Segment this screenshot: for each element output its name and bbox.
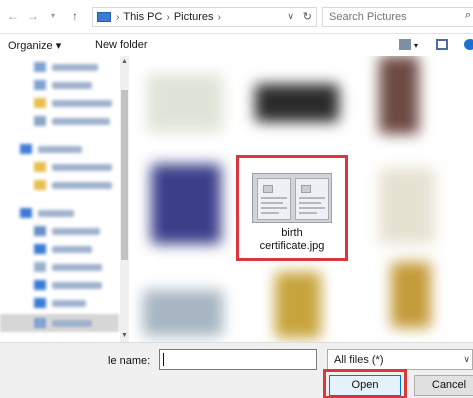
- image-thumbnail[interactable]: [147, 74, 223, 132]
- sidebar-item-label: [52, 245, 92, 253]
- folder-icon: [34, 162, 46, 172]
- sidebar-item-label: [52, 263, 102, 271]
- documents-icon: [34, 62, 46, 72]
- sidebar-item-label: [38, 209, 74, 217]
- cloud-icon: [20, 144, 32, 154]
- sidebar-scrollbar[interactable]: ▲ ▼: [120, 56, 129, 342]
- text-caret: [163, 353, 164, 366]
- sidebar-item[interactable]: [0, 204, 119, 222]
- image-thumbnail[interactable]: [255, 84, 339, 122]
- drive-icon: [34, 116, 46, 126]
- breadcrumb-separator: ›: [166, 11, 170, 23]
- view-dropdown-icon[interactable]: ▾: [414, 41, 418, 50]
- view-options-icon[interactable]: [399, 39, 411, 50]
- image-thumbnail[interactable]: [151, 164, 221, 244]
- sidebar-item[interactable]: [0, 176, 119, 194]
- sidebar-item-pictures[interactable]: [0, 314, 119, 332]
- music-icon: [34, 298, 46, 308]
- this-pc-icon: [97, 12, 111, 22]
- sidebar-item-label: [52, 181, 112, 189]
- file-type-select[interactable]: All files (*) ∨: [327, 349, 473, 370]
- dialog-footer: le name: All files (*) ∨ Open Cancel: [0, 342, 473, 398]
- sidebar-item[interactable]: [0, 276, 119, 294]
- new-folder-button[interactable]: New folder: [95, 39, 148, 51]
- documents-icon: [34, 262, 46, 272]
- highlight-box-open: [323, 369, 407, 398]
- image-thumbnail[interactable]: [379, 168, 435, 244]
- image-thumbnail[interactable]: [391, 262, 431, 328]
- sidebar-item[interactable]: [0, 94, 119, 112]
- sidebar-item-label: [52, 319, 92, 327]
- downloads-icon: [34, 280, 46, 290]
- sidebar-item-label: [52, 227, 100, 235]
- image-thumbnail[interactable]: [379, 56, 419, 134]
- sidebar-item-label: [38, 145, 82, 153]
- file-name-input[interactable]: [159, 349, 317, 370]
- sidebar-item-label: [52, 81, 92, 89]
- sidebar-item[interactable]: [0, 258, 119, 276]
- back-arrow-icon[interactable]: ←: [6, 9, 20, 23]
- file-name-label: le name:: [108, 355, 151, 367]
- forward-arrow-icon[interactable]: →: [26, 9, 40, 23]
- pictures-icon: [34, 80, 46, 90]
- sidebar-item[interactable]: [0, 294, 119, 312]
- sidebar-item-label: [52, 117, 110, 125]
- sidebar-item-label: [52, 99, 112, 107]
- search-icon[interactable]: ⌕: [465, 9, 471, 22]
- sidebar-item-label: [52, 281, 102, 289]
- file-list[interactable]: birth certificate.jpg: [129, 56, 473, 342]
- address-dropdown-icon[interactable]: ∨: [287, 11, 294, 22]
- sidebar-item-label: [52, 63, 98, 71]
- image-thumbnail[interactable]: [275, 272, 321, 338]
- folder-icon: [34, 98, 46, 108]
- sidebar-item[interactable]: [0, 140, 119, 158]
- help-icon[interactable]: [464, 39, 473, 50]
- chevron-down-icon: ∨: [463, 354, 470, 364]
- refresh-icon[interactable]: ↻: [303, 10, 312, 23]
- sidebar-item[interactable]: [0, 76, 119, 94]
- search-input[interactable]: [322, 7, 473, 27]
- file-type-value: All files (*): [334, 353, 384, 366]
- navigation-pane[interactable]: [0, 56, 129, 342]
- sidebar-item[interactable]: [0, 240, 119, 258]
- toolbar: Organize ▾ New folder ▾: [0, 34, 473, 56]
- image-thumbnail[interactable]: [143, 290, 223, 336]
- scrollbar-thumb[interactable]: [121, 90, 128, 260]
- breadcrumb-this-pc[interactable]: This PC: [123, 11, 162, 23]
- address-bar[interactable]: › This PC › Pictures › ∨ ↻: [92, 7, 317, 27]
- folder-icon: [34, 180, 46, 190]
- 3d-objects-icon: [34, 226, 46, 236]
- chevron-down-icon[interactable]: ▾: [46, 11, 60, 20]
- up-arrow-icon[interactable]: ↑: [68, 9, 82, 23]
- sidebar-item-label: [52, 163, 112, 171]
- preview-pane-icon[interactable]: [436, 39, 448, 50]
- scroll-down-icon[interactable]: ▼: [120, 332, 129, 339]
- sidebar-item[interactable]: [0, 112, 119, 130]
- cancel-button[interactable]: Cancel: [414, 375, 473, 396]
- pictures-icon: [34, 318, 46, 328]
- scroll-up-icon[interactable]: ▲: [120, 58, 129, 65]
- sidebar-item[interactable]: [0, 158, 119, 176]
- highlight-box: [236, 155, 348, 261]
- sidebar-item[interactable]: [0, 222, 119, 240]
- address-row: ← → ▾ ↑ › This PC › Pictures › ∨ ↻ ⌕: [0, 0, 473, 34]
- desktop-icon: [34, 244, 46, 254]
- sidebar-item-label: [52, 299, 86, 307]
- organize-button[interactable]: Organize ▾: [8, 39, 61, 52]
- sidebar-item[interactable]: [0, 58, 119, 76]
- breadcrumb-pictures[interactable]: Pictures: [174, 11, 214, 23]
- breadcrumb-separator: ›: [217, 11, 221, 23]
- this-pc-icon: [20, 208, 32, 218]
- breadcrumb-separator: ›: [116, 11, 120, 23]
